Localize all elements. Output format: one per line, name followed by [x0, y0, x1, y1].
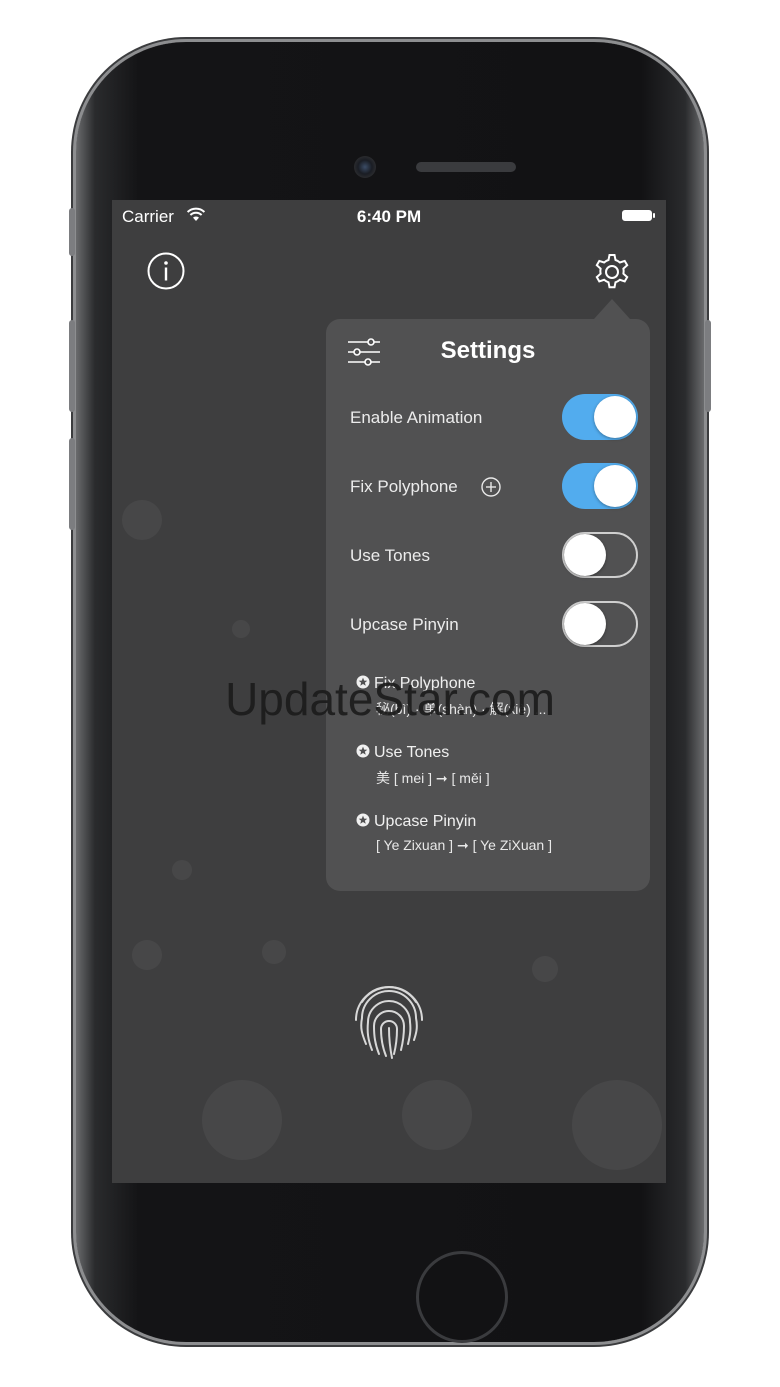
row-label: Enable Animation — [350, 408, 483, 427]
battery-icon — [622, 210, 655, 221]
enable-animation-toggle[interactable] — [562, 394, 638, 440]
note-title: Upcase Pinyin — [374, 813, 477, 830]
home-button[interactable] — [416, 1251, 508, 1343]
fingerprint-icon[interactable] — [344, 972, 434, 1062]
plus-circle-icon[interactable] — [480, 476, 502, 498]
star-icon — [356, 813, 370, 827]
front-camera — [354, 156, 376, 178]
mute-switch — [69, 208, 75, 256]
note-use-tones: Use Tones 美 [ mei ] ➞ [ měi ] — [356, 744, 636, 788]
earpiece-speaker — [416, 162, 516, 172]
watermark-text: UpdateStar.com — [225, 673, 555, 725]
fix-polyphone-toggle[interactable] — [562, 463, 638, 509]
note-example: 美 [ mei ] ➞ [ měi ] — [376, 770, 490, 786]
volume-down-button — [69, 438, 75, 530]
row-label: Upcase Pinyin — [350, 615, 459, 634]
settings-title: Settings — [440, 337, 536, 364]
row-label: Use Tones — [350, 546, 431, 565]
settings-popover: Settings Enable Animation Fix Polyphone … — [326, 319, 650, 891]
gear-icon[interactable] — [590, 250, 634, 294]
row-fix-polyphone: Fix Polyphone — [350, 463, 638, 513]
row-enable-animation: Enable Animation — [350, 394, 638, 444]
use-tones-toggle[interactable] — [562, 532, 638, 578]
note-title: Use Tones — [374, 744, 450, 761]
row-upcase-pinyin: Upcase Pinyin — [350, 601, 638, 651]
status-bar: Carrier 6:40 PM — [112, 200, 666, 232]
row-use-tones: Use Tones — [350, 532, 638, 582]
volume-up-button — [69, 320, 75, 412]
note-upcase-pinyin: Upcase Pinyin [ Ye Zixuan ] ➞ [ Ye ZiXua… — [356, 813, 636, 854]
upcase-pinyin-toggle[interactable] — [562, 601, 638, 647]
row-label: Fix Polyphone — [350, 477, 458, 496]
popover-arrow — [594, 299, 630, 319]
power-button — [705, 320, 711, 412]
star-icon — [356, 744, 370, 758]
info-icon[interactable] — [146, 251, 186, 291]
status-time: 6:40 PM — [356, 207, 422, 226]
note-example: [ Ye Zixuan ] ➞ [ Ye ZiXuan ] — [376, 837, 552, 853]
